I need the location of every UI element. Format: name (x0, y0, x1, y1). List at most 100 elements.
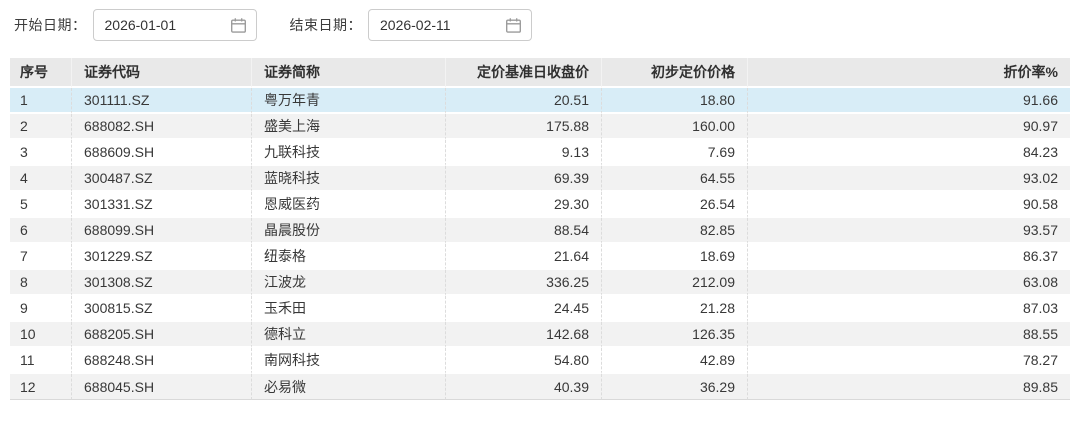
cell-close-price: 336.25 (446, 270, 602, 296)
cell-security-code: 688045.SH (72, 374, 252, 400)
table-row[interactable]: 1 301111.SZ 粤万年青 20.51 18.80 91.66 (10, 88, 1070, 114)
cell-security-name: 九联科技 (252, 140, 446, 166)
col-header-index: 序号 (10, 58, 72, 88)
cell-close-price: 29.30 (446, 192, 602, 218)
cell-close-price: 69.39 (446, 166, 602, 192)
cell-discount-rate: 63.08 (748, 270, 1070, 296)
cell-initial-price: 21.28 (602, 296, 748, 322)
cell-close-price: 175.88 (446, 114, 602, 140)
col-header-close-price: 定价基准日收盘价 (446, 58, 602, 88)
end-date-label: 结束日期： (290, 15, 363, 35)
cell-index: 10 (10, 322, 72, 348)
cell-close-price: 21.64 (446, 244, 602, 270)
cell-index: 9 (10, 296, 72, 322)
cell-security-name: 纽泰格 (252, 244, 446, 270)
cell-security-code: 688248.SH (72, 348, 252, 374)
table-row[interactable]: 8 301308.SZ 江波龙 336.25 212.09 63.08 (10, 270, 1070, 296)
cell-initial-price: 64.55 (602, 166, 748, 192)
end-date-value: 2026-02-11 (380, 17, 451, 33)
cell-index: 5 (10, 192, 72, 218)
cell-close-price: 24.45 (446, 296, 602, 322)
cell-security-name: 玉禾田 (252, 296, 446, 322)
cell-discount-rate: 91.66 (748, 88, 1070, 114)
cell-security-name: 德科立 (252, 322, 446, 348)
calendar-icon[interactable] (230, 17, 247, 34)
cell-discount-rate: 87.03 (748, 296, 1070, 322)
cell-security-code: 688609.SH (72, 140, 252, 166)
cell-close-price: 40.39 (446, 374, 602, 400)
table-row[interactable]: 3 688609.SH 九联科技 9.13 7.69 84.23 (10, 140, 1070, 166)
table-row[interactable]: 10 688205.SH 德科立 142.68 126.35 88.55 (10, 322, 1070, 348)
cell-security-code: 688099.SH (72, 218, 252, 244)
table-row[interactable]: 12 688045.SH 必易微 40.39 36.29 89.85 (10, 374, 1070, 400)
col-header-discount-rate: 折价率% (748, 58, 1070, 88)
cell-index: 1 (10, 88, 72, 114)
table-row[interactable]: 7 301229.SZ 纽泰格 21.64 18.69 86.37 (10, 244, 1070, 270)
end-date-input[interactable]: 2026-02-11 (368, 9, 532, 41)
cell-discount-rate: 90.97 (748, 114, 1070, 140)
table-row[interactable]: 4 300487.SZ 蓝晓科技 69.39 64.55 93.02 (10, 166, 1070, 192)
start-date-filter: 开始日期： 2026-01-01 (14, 9, 257, 41)
cell-close-price: 88.54 (446, 218, 602, 244)
cell-security-name: 蓝晓科技 (252, 166, 446, 192)
cell-security-name: 恩威医药 (252, 192, 446, 218)
table-row[interactable]: 9 300815.SZ 玉禾田 24.45 21.28 87.03 (10, 296, 1070, 322)
cell-close-price: 9.13 (446, 140, 602, 166)
cell-initial-price: 160.00 (602, 114, 748, 140)
table-row[interactable]: 11 688248.SH 南网科技 54.80 42.89 78.27 (10, 348, 1070, 374)
end-date-filter: 结束日期： 2026-02-11 (290, 9, 533, 41)
cell-security-name: 晶晨股份 (252, 218, 446, 244)
cell-security-code: 301331.SZ (72, 192, 252, 218)
cell-index: 6 (10, 218, 72, 244)
cell-discount-rate: 90.58 (748, 192, 1070, 218)
cell-discount-rate: 89.85 (748, 374, 1070, 400)
cell-discount-rate: 93.02 (748, 166, 1070, 192)
securities-pricing-table: 序号 证券代码 证券简称 定价基准日收盘价 初步定价价格 折价率% 1 3011… (10, 58, 1070, 400)
cell-discount-rate: 78.27 (748, 348, 1070, 374)
table-row[interactable]: 6 688099.SH 晶晨股份 88.54 82.85 93.57 (10, 218, 1070, 244)
col-header-initial-price: 初步定价价格 (602, 58, 748, 88)
cell-security-code: 688082.SH (72, 114, 252, 140)
cell-discount-rate: 88.55 (748, 322, 1070, 348)
cell-security-code: 301111.SZ (72, 88, 252, 114)
cell-initial-price: 36.29 (602, 374, 748, 400)
cell-index: 4 (10, 166, 72, 192)
cell-security-name: 南网科技 (252, 348, 446, 374)
table-body: 1 301111.SZ 粤万年青 20.51 18.80 91.66 2 688… (10, 88, 1070, 400)
col-header-code: 证券代码 (72, 58, 252, 88)
col-header-name: 证券简称 (252, 58, 446, 88)
cell-security-name: 江波龙 (252, 270, 446, 296)
cell-index: 11 (10, 348, 72, 374)
cell-initial-price: 18.69 (602, 244, 748, 270)
table-row[interactable]: 5 301331.SZ 恩威医药 29.30 26.54 90.58 (10, 192, 1070, 218)
cell-security-name: 必易微 (252, 374, 446, 400)
cell-index: 7 (10, 244, 72, 270)
cell-initial-price: 42.89 (602, 348, 748, 374)
cell-security-code: 688205.SH (72, 322, 252, 348)
cell-initial-price: 126.35 (602, 322, 748, 348)
cell-index: 2 (10, 114, 72, 140)
start-date-value: 2026-01-01 (105, 17, 177, 33)
cell-index: 3 (10, 140, 72, 166)
cell-close-price: 142.68 (446, 322, 602, 348)
cell-index: 8 (10, 270, 72, 296)
cell-initial-price: 82.85 (602, 218, 748, 244)
cell-security-name: 盛美上海 (252, 114, 446, 140)
cell-close-price: 54.80 (446, 348, 602, 374)
table-row[interactable]: 2 688082.SH 盛美上海 175.88 160.00 90.97 (10, 114, 1070, 140)
cell-security-code: 300487.SZ (72, 166, 252, 192)
cell-initial-price: 7.69 (602, 140, 748, 166)
calendar-icon[interactable] (505, 17, 522, 34)
start-date-input[interactable]: 2026-01-01 (93, 9, 257, 41)
cell-security-name: 粤万年青 (252, 88, 446, 114)
cell-discount-rate: 86.37 (748, 244, 1070, 270)
cell-close-price: 20.51 (446, 88, 602, 114)
cell-discount-rate: 93.57 (748, 218, 1070, 244)
cell-initial-price: 26.54 (602, 192, 748, 218)
cell-discount-rate: 84.23 (748, 140, 1070, 166)
cell-security-code: 301308.SZ (72, 270, 252, 296)
filter-bar: 开始日期： 2026-01-01 结束日期： 2026-02-11 (0, 0, 1080, 42)
cell-security-code: 300815.SZ (72, 296, 252, 322)
cell-initial-price: 18.80 (602, 88, 748, 114)
cell-security-code: 301229.SZ (72, 244, 252, 270)
